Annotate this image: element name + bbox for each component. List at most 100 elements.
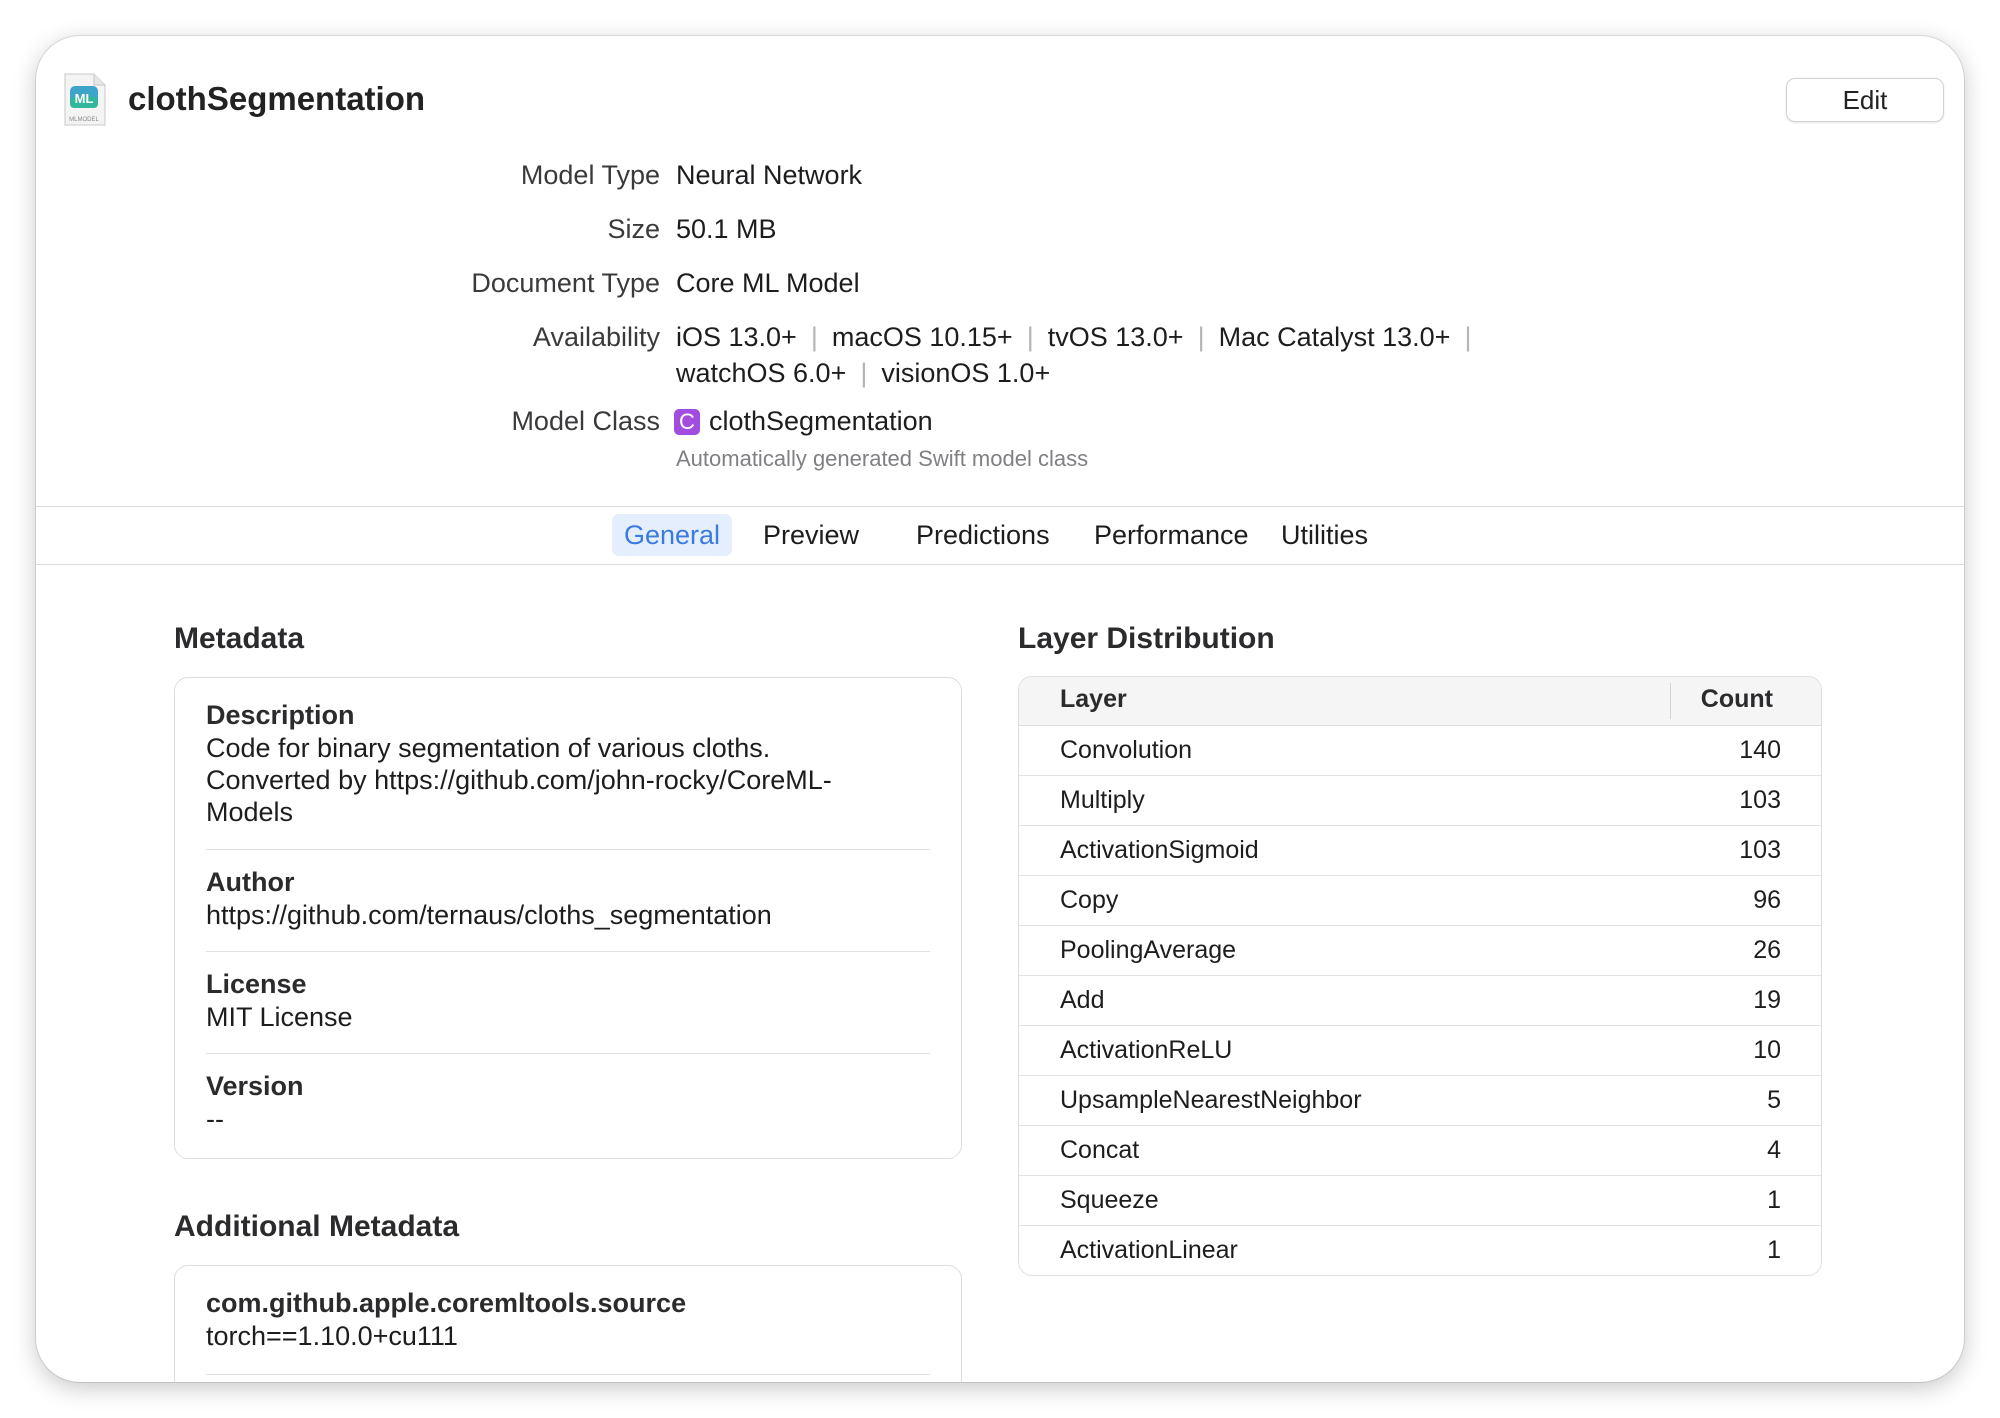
metadata-key: Description [206,700,355,730]
column-divider[interactable] [1670,683,1671,719]
table-row[interactable]: Convolution 140 [1019,726,1821,776]
separator: | [1026,322,1034,352]
separator: | [1464,322,1472,352]
layer-count: 26 [1753,936,1781,964]
layer-name: Copy [1060,886,1119,914]
tab-utilities[interactable]: Utilities [1269,514,1380,556]
model-class-row: Model Class CclothSegmentation [36,406,1964,442]
size-label: Size [607,214,660,244]
model-type-value: Neural Network [676,160,863,190]
edit-button[interactable]: Edit [1786,78,1944,122]
tab-performance[interactable]: Performance [1082,514,1261,556]
tab-bar-bottom-divider [36,564,1964,565]
layer-count: 140 [1739,736,1781,764]
layer-count: 19 [1753,986,1781,1014]
platform-mac-catalyst: Mac Catalyst 13.0+ [1218,322,1451,352]
platform-ios: iOS 13.0+ [676,322,797,352]
table-row[interactable]: Add 19 [1019,976,1821,1026]
metadata-coremltools-source: com.github.apple.coremltools.source torc… [206,1286,930,1352]
layer-count: 4 [1767,1136,1781,1164]
tab-bar-top-divider [36,506,1964,507]
tab-general[interactable]: General [612,514,733,556]
layer-count: 1 [1767,1236,1781,1264]
metadata-divider [206,1374,930,1375]
table-row[interactable]: ActivationSigmoid 103 [1019,826,1821,876]
layer-name: UpsampleNearestNeighbor [1060,1086,1362,1114]
separator: | [1197,322,1205,352]
layer-count: 10 [1753,1036,1781,1064]
model-class-label: Model Class [511,406,660,436]
model-class-note: Automatically generated Swift model clas… [676,446,1089,471]
layer-distribution-heading: Layer Distribution [1018,622,1275,655]
svg-text:MLMODEL: MLMODEL [69,117,99,123]
metadata-divider [206,849,930,850]
availability-label: Availability [532,322,660,352]
availability-line-2: watchOS 6.0+ | visionOS 1.0+ [676,358,1050,389]
layer-name: Squeeze [1060,1186,1159,1214]
metadata-value: MIT License [206,1002,353,1032]
column-header-layer[interactable]: Layer [1060,685,1127,714]
metadata-key: Version [206,1071,304,1101]
additional-metadata-card: com.github.apple.coremltools.source torc… [174,1265,962,1382]
separator: | [860,358,868,388]
metadata-license: License MIT License [206,967,930,1033]
model-window: ML MLMODEL clothSegmentation Edit Model … [36,36,1964,1382]
table-row[interactable]: Concat 4 [1019,1126,1821,1176]
size-row: Size 50.1 MB [36,214,1964,250]
mlmodel-file-icon: ML MLMODEL [64,73,106,126]
metadata-value: https://github.com/ternaus/cloths_segmen… [206,900,772,930]
layer-name: PoolingAverage [1060,936,1237,964]
tab-preview[interactable]: Preview [751,514,871,556]
model-class-link[interactable]: CclothSegmentation [674,406,933,437]
metadata-value: Converted by https://github.com/john-roc… [206,765,832,795]
metadata-value: torch==1.10.0+cu111 [206,1321,458,1351]
layer-name: Add [1060,986,1105,1014]
metadata-key: Author [206,867,295,897]
layer-count: 5 [1767,1086,1781,1114]
layer-name: ActivationReLU [1060,1036,1233,1064]
table-row[interactable]: ActivationReLU 10 [1019,1026,1821,1076]
metadata-author: Author https://github.com/ternaus/cloths… [206,865,930,931]
document-type-row: Document Type Core ML Model [36,268,1964,304]
table-row[interactable]: ActivationLinear 1 [1019,1226,1821,1275]
layer-count: 96 [1753,886,1781,914]
metadata-card: Description Code for binary segmentation… [174,677,962,1159]
layer-name: ActivationSigmoid [1060,836,1259,864]
additional-metadata-heading: Additional Metadata [174,1210,460,1243]
table-row[interactable]: Copy 96 [1019,876,1821,926]
table-row[interactable]: PoolingAverage 26 [1019,926,1821,976]
metadata-description: Description Code for binary segmentation… [206,698,930,828]
layer-name: Convolution [1060,736,1193,764]
model-type-row: Model Type Neural Network [36,160,1964,196]
layer-count: 103 [1739,836,1781,864]
document-type-label: Document Type [471,268,660,298]
availability-line-1: iOS 13.0+ | macOS 10.15+ | tvOS 13.0+ | Mac Ca… [676,322,1485,353]
table-row[interactable]: UpsampleNearestNeighbor 5 [1019,1076,1821,1126]
table-row[interactable]: Squeeze 1 [1019,1176,1821,1226]
metadata-divider [206,951,930,952]
metadata-value: Models [206,797,294,827]
layer-name: ActivationLinear [1060,1236,1238,1264]
table-row[interactable]: Multiply 103 [1019,776,1821,826]
model-title: clothSegmentation [128,80,426,117]
metadata-value: -- [206,1104,224,1134]
layer-name: Concat [1060,1136,1140,1164]
metadata-divider [206,1053,930,1054]
layer-distribution-table: Layer Count Convolution 140 Multiply 103… [1018,676,1822,1276]
platform-watchos: watchOS 6.0+ [676,358,847,388]
metadata-version: Version -- [206,1069,930,1135]
tab-predictions[interactable]: Predictions [904,514,1062,556]
column-header-count[interactable]: Count [1701,685,1773,714]
svg-text:ML: ML [75,91,94,106]
metadata-key: License [206,969,307,999]
size-value: 50.1 MB [676,214,777,244]
platform-macos: macOS 10.15+ [831,322,1013,352]
platform-visionos: visionOS 1.0+ [881,358,1051,388]
document-type-value: Core ML Model [676,268,860,298]
table-header: Layer Count [1019,677,1821,726]
metadata-key: com.github.apple.coremltools.source [206,1288,687,1318]
layer-count: 1 [1767,1186,1781,1214]
platform-tvos: tvOS 13.0+ [1047,322,1184,352]
metadata-value: Code for binary segmentation of various … [206,733,771,763]
separator: | [810,322,818,352]
